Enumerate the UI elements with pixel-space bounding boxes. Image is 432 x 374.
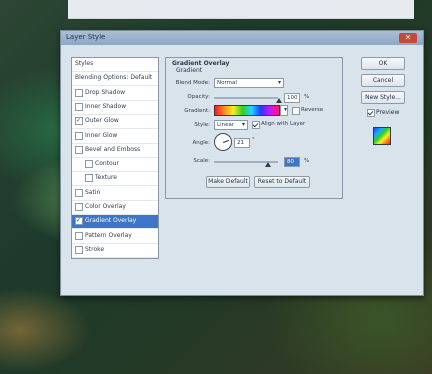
- dropdown-arrow-icon: ▾: [283, 106, 287, 113]
- style-label: Styles: [75, 60, 94, 67]
- gradient-label: Gradient:: [184, 108, 210, 114]
- style-label: Contour: [95, 160, 119, 168]
- dropdown-arrow-icon: ▾: [241, 121, 245, 128]
- preview-label: Preview: [376, 109, 400, 116]
- dropdown-arrow-icon: ▾: [277, 79, 281, 86]
- opacity-slider[interactable]: [214, 97, 278, 99]
- cancel-button[interactable]: Cancel: [361, 74, 405, 87]
- scale-slider-handle[interactable]: [265, 162, 271, 167]
- styles-list: Styles Blending Options: Default Drop Shad…: [71, 57, 159, 259]
- style-checkbox[interactable]: [75, 131, 83, 140]
- blend-mode-label: Blend Mode:: [175, 80, 210, 86]
- make-default-button[interactable]: Make Default: [206, 176, 250, 188]
- style-label: Pattern Overlay: [85, 231, 132, 239]
- styles-list-item[interactable]: Drop Shadow: [72, 87, 158, 101]
- style-checkbox[interactable]: [75, 145, 83, 154]
- styles-list-item[interactable]: Bevel and Emboss: [72, 144, 158, 158]
- style-checkbox[interactable]: ✓: [75, 117, 83, 126]
- new-style-button[interactable]: New Style...: [361, 91, 405, 104]
- scale-input[interactable]: 80: [284, 157, 300, 167]
- style-checkbox[interactable]: ✓: [75, 217, 83, 226]
- style-label: Stroke: [85, 245, 105, 253]
- reverse-checkbox[interactable]: [292, 107, 300, 115]
- style-label: Bevel and Emboss: [85, 145, 141, 153]
- style-preview-swatch-icon: [373, 127, 391, 145]
- angle-value: 21: [237, 140, 244, 146]
- styles-list-item[interactable]: Stroke: [72, 244, 158, 258]
- gradient-overlay-panel: Gradient Overlay Gradient Blend Mode: No…: [165, 57, 343, 199]
- close-icon[interactable]: ✕: [399, 33, 417, 43]
- angle-input[interactable]: 21: [234, 138, 250, 148]
- panel-title: Gradient Overlay: [172, 60, 230, 67]
- styles-list-item[interactable]: Inner Shadow: [72, 101, 158, 115]
- style-checkbox[interactable]: [75, 88, 83, 97]
- reset-to-default-button[interactable]: Reset to Default: [254, 176, 310, 188]
- opacity-value: 100: [287, 95, 298, 101]
- new-style-label: New Style...: [365, 94, 401, 101]
- style-label: Color Overlay: [85, 203, 126, 210]
- opacity-slider-handle[interactable]: [276, 98, 282, 103]
- ok-label: OK: [378, 60, 388, 67]
- style-checkbox[interactable]: [75, 203, 83, 211]
- dialog-titlebar[interactable]: Layer Style ✕: [61, 31, 423, 45]
- blend-mode-select[interactable]: Normal ▾: [214, 78, 284, 88]
- style-checkbox[interactable]: [75, 102, 83, 111]
- angle-unit: °: [252, 137, 255, 143]
- scale-value: 80: [287, 159, 294, 165]
- style-value: Linear: [217, 122, 235, 128]
- ok-button[interactable]: OK: [361, 57, 405, 70]
- gradient-dropdown[interactable]: ▾: [280, 105, 288, 116]
- angle-dial-icon[interactable]: [214, 133, 232, 151]
- styles-list-item[interactable]: Satin: [72, 187, 158, 201]
- styles-list-item[interactable]: Blending Options: Default: [72, 72, 158, 87]
- style-checkbox[interactable]: [75, 231, 83, 240]
- gradient-picker[interactable]: [214, 105, 280, 116]
- style-checkbox[interactable]: [85, 174, 93, 183]
- styles-list-item[interactable]: Contour: [72, 158, 158, 173]
- styles-list-item[interactable]: ✓ Outer Glow: [72, 115, 158, 130]
- panel-subtitle: Gradient: [176, 67, 203, 74]
- style-label: Outer Glow: [85, 117, 119, 125]
- style-label: Inner Glow: [85, 131, 118, 139]
- style-label: Drop Shadow: [85, 88, 126, 96]
- top-toolbar-strip: [68, 0, 414, 19]
- style-label: Inner Shadow: [85, 102, 127, 110]
- opacity-label: Opacity:: [187, 94, 210, 100]
- styles-list-item[interactable]: ✓ Gradient Overlay: [72, 215, 158, 230]
- align-with-layer-checkbox[interactable]: [252, 121, 260, 129]
- layer-style-dialog: Layer Style ✕ Styles Blending Options: De…: [60, 30, 424, 296]
- angle-dial-hand: [223, 139, 229, 143]
- scale-label: Scale:: [193, 158, 210, 164]
- style-label: Style:: [194, 122, 210, 128]
- opacity-unit: %: [304, 94, 310, 100]
- reverse-label: Reverse: [301, 107, 324, 113]
- opacity-input[interactable]: 100: [284, 93, 300, 103]
- styles-list-item[interactable]: Styles: [72, 58, 158, 72]
- cancel-label: Cancel: [372, 77, 394, 84]
- style-label: Texture: [95, 174, 117, 182]
- reset-to-default-label: Reset to Default: [257, 178, 307, 185]
- style-label: Satin: [85, 188, 101, 196]
- scale-unit: %: [304, 158, 310, 164]
- angle-label: Angle:: [192, 140, 210, 146]
- styles-list-item[interactable]: Inner Glow: [72, 130, 158, 144]
- styles-list-item[interactable]: Color Overlay: [72, 201, 158, 215]
- blend-mode-value: Normal: [217, 80, 237, 86]
- style-checkbox[interactable]: [85, 160, 93, 169]
- styles-list-item[interactable]: Texture: [72, 172, 158, 187]
- style-select[interactable]: Linear ▾: [214, 120, 248, 130]
- make-default-label: Make Default: [208, 178, 248, 185]
- preview-checkbox[interactable]: [367, 109, 375, 117]
- align-with-layer-label: Align with Layer: [261, 121, 306, 127]
- style-checkbox[interactable]: [75, 245, 83, 254]
- dialog-title: Layer Style: [66, 33, 106, 41]
- style-label: Blending Options: Default: [75, 74, 153, 82]
- style-checkbox[interactable]: [75, 188, 83, 197]
- style-label: Gradient Overlay: [85, 217, 137, 225]
- styles-list-item[interactable]: Pattern Overlay: [72, 230, 158, 244]
